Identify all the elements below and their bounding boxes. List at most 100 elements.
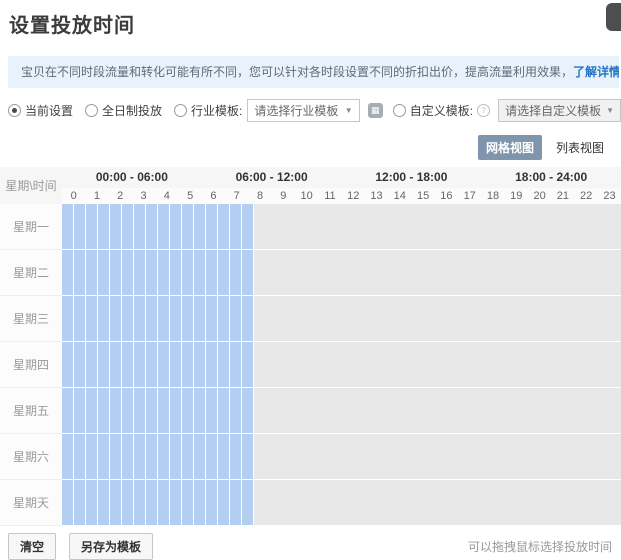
schedule-cell[interactable] bbox=[277, 204, 300, 250]
schedule-cell[interactable] bbox=[575, 388, 598, 434]
schedule-cell[interactable] bbox=[391, 296, 414, 342]
schedule-cell[interactable] bbox=[86, 204, 110, 250]
schedule-cell[interactable] bbox=[483, 204, 506, 250]
schedule-cell[interactable] bbox=[506, 250, 529, 296]
schedule-cell[interactable] bbox=[230, 250, 254, 296]
schedule-cell[interactable] bbox=[506, 296, 529, 342]
schedule-cell[interactable] bbox=[182, 480, 206, 526]
schedule-cell[interactable] bbox=[62, 480, 86, 526]
schedule-cell[interactable] bbox=[86, 480, 110, 526]
radio-full-day[interactable]: 全日制投放 bbox=[85, 102, 162, 119]
schedule-cell[interactable] bbox=[437, 296, 460, 342]
schedule-cell[interactable] bbox=[414, 204, 437, 250]
schedule-cell[interactable] bbox=[182, 342, 206, 388]
schedule-cell[interactable] bbox=[414, 250, 437, 296]
schedule-cell[interactable] bbox=[552, 204, 575, 250]
schedule-cell[interactable] bbox=[483, 434, 506, 480]
template-action-icon[interactable]: ▦ bbox=[368, 103, 383, 118]
grid-view-button[interactable]: 网格视图 bbox=[478, 135, 542, 160]
schedule-cell[interactable] bbox=[300, 342, 323, 388]
clear-button[interactable]: 清空 bbox=[8, 533, 56, 560]
schedule-cell[interactable] bbox=[460, 388, 483, 434]
schedule-cell[interactable] bbox=[529, 434, 552, 480]
schedule-cell[interactable] bbox=[62, 434, 86, 480]
schedule-cell[interactable] bbox=[254, 388, 277, 434]
schedule-cell[interactable] bbox=[506, 204, 529, 250]
schedule-cell[interactable] bbox=[300, 434, 323, 480]
schedule-cell[interactable] bbox=[552, 388, 575, 434]
schedule-cell[interactable] bbox=[529, 342, 552, 388]
schedule-cell[interactable] bbox=[254, 434, 277, 480]
schedule-cell[interactable] bbox=[322, 204, 345, 250]
schedule-cell[interactable] bbox=[437, 480, 460, 526]
schedule-cell[interactable] bbox=[158, 434, 182, 480]
schedule-cell[interactable] bbox=[110, 204, 134, 250]
schedule-cell[interactable] bbox=[134, 480, 158, 526]
schedule-cell[interactable] bbox=[206, 296, 230, 342]
schedule-cell[interactable] bbox=[254, 250, 277, 296]
schedule-cell[interactable] bbox=[345, 342, 368, 388]
schedule-cell[interactable] bbox=[552, 296, 575, 342]
schedule-cell[interactable] bbox=[598, 296, 621, 342]
schedule-cell[interactable] bbox=[575, 204, 598, 250]
schedule-cell[interactable] bbox=[86, 388, 110, 434]
schedule-cell[interactable] bbox=[62, 250, 86, 296]
schedule-cell[interactable] bbox=[182, 250, 206, 296]
schedule-cell[interactable] bbox=[277, 480, 300, 526]
schedule-cell[interactable] bbox=[414, 480, 437, 526]
schedule-cell[interactable] bbox=[391, 342, 414, 388]
schedule-cell[interactable] bbox=[598, 342, 621, 388]
schedule-cell[interactable] bbox=[300, 480, 323, 526]
schedule-cell[interactable] bbox=[345, 204, 368, 250]
schedule-cell[interactable] bbox=[206, 434, 230, 480]
schedule-cell[interactable] bbox=[86, 434, 110, 480]
schedule-cell[interactable] bbox=[437, 204, 460, 250]
schedule-cell[interactable] bbox=[506, 388, 529, 434]
industry-template-select[interactable]: 请选择行业模板 ▼ bbox=[247, 99, 359, 122]
schedule-cell[interactable] bbox=[483, 296, 506, 342]
schedule-cell[interactable] bbox=[460, 342, 483, 388]
schedule-cell[interactable] bbox=[598, 434, 621, 480]
schedule-cell[interactable] bbox=[391, 250, 414, 296]
schedule-cell[interactable] bbox=[158, 204, 182, 250]
schedule-cell[interactable] bbox=[158, 250, 182, 296]
radio-current-setting[interactable]: 当前设置 bbox=[8, 102, 73, 119]
schedule-cell[interactable] bbox=[460, 296, 483, 342]
schedule-cell[interactable] bbox=[322, 388, 345, 434]
schedule-cell[interactable] bbox=[110, 434, 134, 480]
schedule-cell[interactable] bbox=[134, 434, 158, 480]
schedule-cell[interactable] bbox=[460, 434, 483, 480]
schedule-cell[interactable] bbox=[552, 434, 575, 480]
schedule-cell[interactable] bbox=[158, 480, 182, 526]
schedule-cell[interactable] bbox=[230, 434, 254, 480]
schedule-cell[interactable] bbox=[86, 296, 110, 342]
schedule-cell[interactable] bbox=[460, 250, 483, 296]
schedule-cell[interactable] bbox=[300, 204, 323, 250]
schedule-cell[interactable] bbox=[483, 480, 506, 526]
schedule-cell[interactable] bbox=[300, 296, 323, 342]
schedule-cell[interactable] bbox=[158, 296, 182, 342]
schedule-cell[interactable] bbox=[110, 342, 134, 388]
schedule-cell[interactable] bbox=[86, 342, 110, 388]
schedule-cell[interactable] bbox=[575, 250, 598, 296]
schedule-cell[interactable] bbox=[575, 480, 598, 526]
schedule-cell[interactable] bbox=[62, 296, 86, 342]
schedule-cell[interactable] bbox=[158, 342, 182, 388]
schedule-cell[interactable] bbox=[277, 250, 300, 296]
schedule-cell[interactable] bbox=[529, 296, 552, 342]
schedule-cell[interactable] bbox=[62, 204, 86, 250]
schedule-cell[interactable] bbox=[598, 250, 621, 296]
schedule-cell[interactable] bbox=[483, 388, 506, 434]
schedule-cell[interactable] bbox=[134, 296, 158, 342]
schedule-cell[interactable] bbox=[134, 342, 158, 388]
schedule-cell[interactable] bbox=[230, 204, 254, 250]
schedule-cell[interactable] bbox=[86, 250, 110, 296]
schedule-cell[interactable] bbox=[368, 434, 391, 480]
schedule-cell[interactable] bbox=[322, 296, 345, 342]
schedule-cell[interactable] bbox=[368, 204, 391, 250]
schedule-cell[interactable] bbox=[206, 480, 230, 526]
schedule-cell[interactable] bbox=[414, 388, 437, 434]
list-view-button[interactable]: 列表视图 bbox=[548, 135, 612, 160]
schedule-cell[interactable] bbox=[134, 204, 158, 250]
schedule-cell[interactable] bbox=[437, 342, 460, 388]
